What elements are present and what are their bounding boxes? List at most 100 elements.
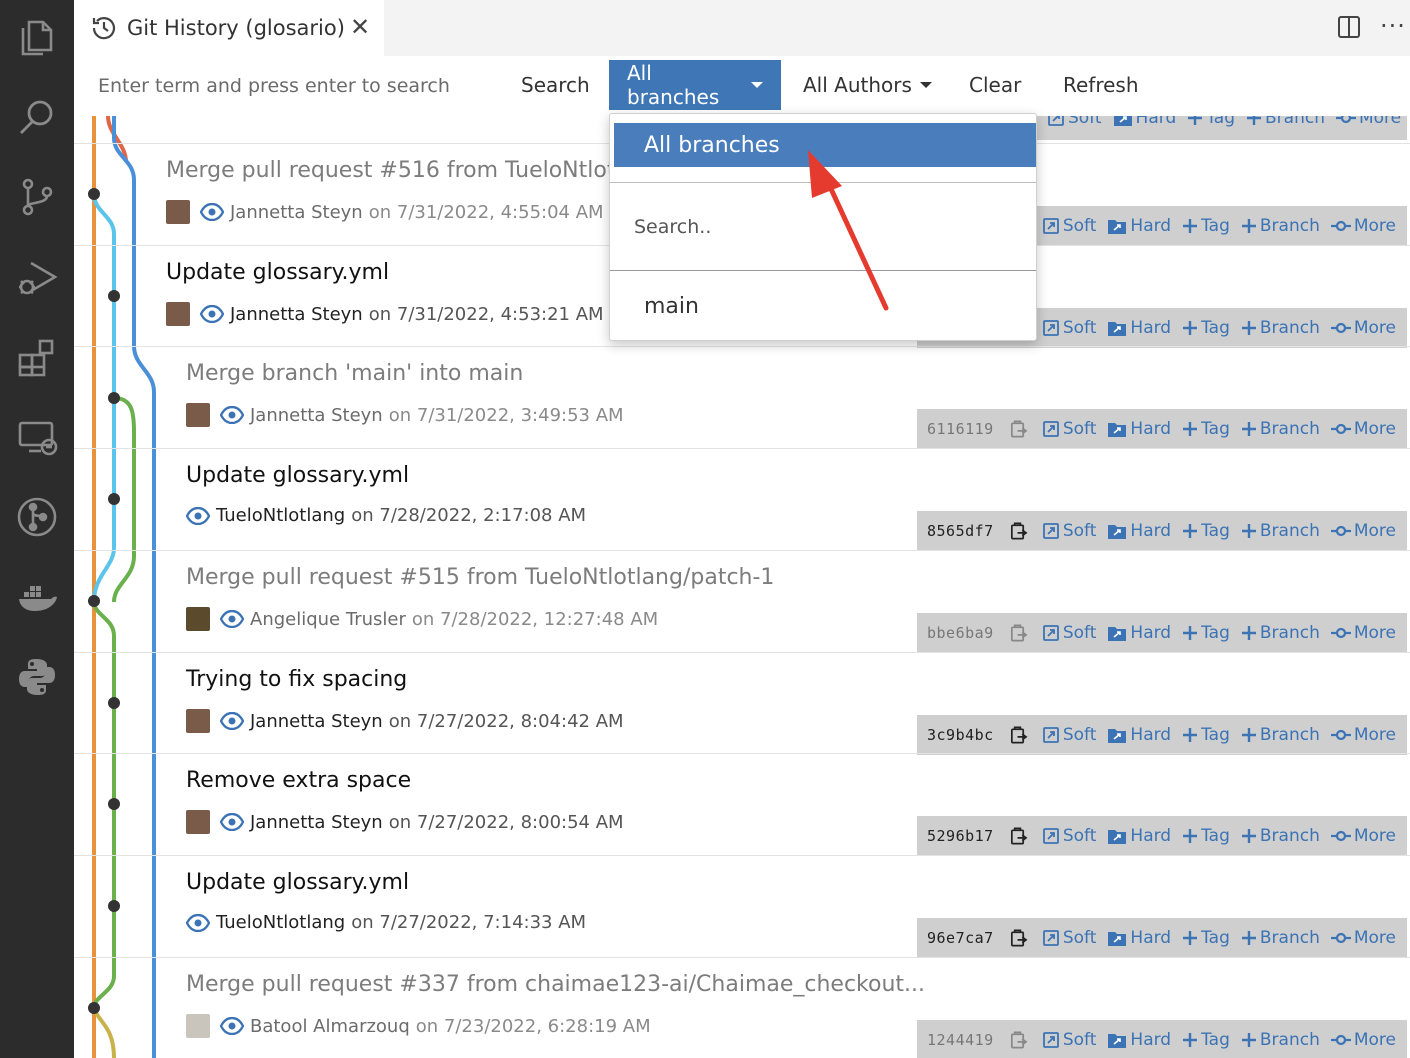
copy-hash-icon[interactable] bbox=[1009, 1030, 1028, 1050]
commit-author[interactable]: Angelique Trusler bbox=[250, 609, 406, 630]
python-icon[interactable] bbox=[10, 650, 64, 704]
commit-author[interactable]: Jannetta Steyn bbox=[250, 812, 383, 833]
commit-message[interactable]: Remove extra space bbox=[186, 768, 411, 793]
more-button[interactable]: More bbox=[1330, 1030, 1396, 1050]
eye-icon[interactable] bbox=[220, 1017, 244, 1035]
commit-message[interactable]: Update glossary.yml bbox=[186, 463, 409, 488]
copy-hash-icon[interactable] bbox=[1009, 928, 1028, 948]
hard-reset-button[interactable]: Hard bbox=[1107, 318, 1171, 338]
split-editor-icon[interactable] bbox=[1336, 14, 1362, 44]
hard-reset-button[interactable]: Hard bbox=[1107, 725, 1171, 745]
eye-icon[interactable] bbox=[200, 203, 224, 221]
commit-message[interactable]: Merge pull request #337 from chaimae123-… bbox=[186, 972, 925, 997]
docker-icon[interactable] bbox=[10, 570, 64, 624]
add-tag-button[interactable]: Tag bbox=[1182, 216, 1230, 236]
add-branch-button[interactable]: Branch bbox=[1241, 826, 1320, 846]
commit-hash[interactable]: 5296b17 bbox=[927, 827, 1003, 845]
commit-message[interactable]: Merge pull request #515 from TueloNtlotl… bbox=[186, 565, 774, 590]
branch-option-all[interactable]: All branches bbox=[614, 123, 1036, 167]
commit-row[interactable]: Remove extra space Jannetta Steyn on 7/27/… bbox=[74, 753, 1410, 856]
commit-author[interactable]: Jannetta Steyn bbox=[230, 202, 363, 223]
add-branch-button[interactable]: Branch bbox=[1246, 116, 1325, 128]
add-tag-button[interactable]: Tag bbox=[1182, 928, 1230, 948]
search-input[interactable] bbox=[96, 68, 490, 104]
hard-reset-button[interactable]: Hard bbox=[1107, 826, 1171, 846]
extensions-icon[interactable] bbox=[10, 330, 64, 384]
copy-hash-icon[interactable] bbox=[1009, 725, 1028, 745]
close-icon[interactable]: ✕ bbox=[350, 14, 370, 40]
commit-row[interactable]: Update glossary.yml TueloNtlotlang on 7/28… bbox=[74, 448, 1410, 551]
eye-icon[interactable] bbox=[200, 305, 224, 323]
add-branch-button[interactable]: Branch bbox=[1241, 1030, 1320, 1050]
add-tag-button[interactable]: Tag bbox=[1182, 419, 1230, 439]
add-tag-button[interactable]: Tag bbox=[1187, 116, 1235, 128]
more-button[interactable]: More bbox=[1330, 725, 1396, 745]
soft-reset-button[interactable]: Soft bbox=[1042, 826, 1096, 846]
commit-row[interactable]: Merge pull request #515 from TueloNtlotl… bbox=[74, 550, 1410, 653]
copy-hash-icon[interactable] bbox=[1009, 826, 1028, 846]
add-branch-button[interactable]: Branch bbox=[1241, 623, 1320, 643]
commit-author[interactable]: Jannetta Steyn bbox=[250, 711, 383, 732]
commit-message[interactable]: Update glossary.yml bbox=[186, 870, 409, 895]
more-button[interactable]: More bbox=[1330, 623, 1396, 643]
commit-row[interactable]: Merge pull request #337 from chaimae123-… bbox=[74, 957, 1410, 1058]
explorer-icon[interactable] bbox=[10, 11, 64, 65]
more-button[interactable]: More bbox=[1330, 216, 1396, 236]
hard-reset-button[interactable]: Hard bbox=[1107, 1030, 1171, 1050]
add-tag-button[interactable]: Tag bbox=[1182, 725, 1230, 745]
more-button[interactable]: More bbox=[1330, 521, 1396, 541]
hard-reset-button[interactable]: Hard bbox=[1113, 116, 1176, 128]
hard-reset-button[interactable]: Hard bbox=[1107, 928, 1171, 948]
hard-reset-button[interactable]: Hard bbox=[1107, 623, 1171, 643]
authors-dropdown-button[interactable]: All Authors bbox=[803, 60, 932, 110]
commit-message[interactable]: Merge pull request #516 from TueloNtlotl… bbox=[166, 158, 610, 183]
commit-hash[interactable]: 1244419 bbox=[927, 1031, 1003, 1049]
commit-hash[interactable]: 8565df7 bbox=[927, 522, 1003, 540]
commit-author[interactable]: Jannetta Steyn bbox=[250, 405, 383, 426]
branch-search-input[interactable] bbox=[632, 212, 1016, 242]
more-button[interactable]: More bbox=[1330, 419, 1396, 439]
commit-message[interactable]: Merge branch 'main' into main bbox=[186, 361, 523, 386]
commit-row[interactable]: Merge branch 'main' into main Jannetta St… bbox=[74, 346, 1410, 449]
add-tag-button[interactable]: Tag bbox=[1182, 623, 1230, 643]
tab-git-history[interactable]: Git History (glosario) ✕ bbox=[74, 0, 384, 56]
more-button[interactable]: More bbox=[1330, 826, 1396, 846]
add-branch-button[interactable]: Branch bbox=[1241, 419, 1320, 439]
commit-message[interactable]: Update glossary.yml bbox=[166, 260, 389, 285]
branch-option-main[interactable]: main bbox=[644, 294, 699, 319]
add-branch-button[interactable]: Branch bbox=[1241, 318, 1320, 338]
hard-reset-button[interactable]: Hard bbox=[1107, 216, 1171, 236]
hard-reset-button[interactable]: Hard bbox=[1107, 419, 1171, 439]
hard-reset-button[interactable]: Hard bbox=[1107, 521, 1171, 541]
soft-reset-button[interactable]: Soft bbox=[1042, 623, 1096, 643]
source-control-icon[interactable] bbox=[10, 170, 64, 224]
add-tag-button[interactable]: Tag bbox=[1182, 826, 1230, 846]
eye-icon[interactable] bbox=[220, 406, 244, 424]
clear-button[interactable]: Clear bbox=[969, 60, 1021, 110]
search-button[interactable]: Search bbox=[521, 60, 590, 110]
commit-author[interactable]: TueloNtlotlang bbox=[216, 912, 345, 933]
soft-reset-button[interactable]: Soft bbox=[1042, 216, 1096, 236]
soft-reset-button[interactable]: Soft bbox=[1042, 928, 1096, 948]
commit-message[interactable]: Trying to fix spacing bbox=[186, 667, 407, 692]
run-debug-icon[interactable] bbox=[10, 250, 64, 304]
soft-reset-button[interactable]: Soft bbox=[1042, 318, 1096, 338]
branches-dropdown-button[interactable]: All branches bbox=[609, 60, 781, 110]
add-tag-button[interactable]: Tag bbox=[1182, 318, 1230, 338]
commit-author[interactable]: Jannetta Steyn bbox=[230, 304, 363, 325]
remote-explorer-icon[interactable] bbox=[10, 410, 64, 464]
more-button[interactable]: More bbox=[1335, 116, 1401, 128]
commit-author[interactable]: TueloNtlotlang bbox=[216, 505, 345, 526]
commit-hash[interactable]: 96e7ca7 bbox=[927, 929, 1003, 947]
soft-reset-button[interactable]: Soft bbox=[1042, 521, 1096, 541]
copy-hash-icon[interactable] bbox=[1009, 623, 1028, 643]
soft-reset-button[interactable]: Soft bbox=[1042, 1030, 1096, 1050]
more-button[interactable]: More bbox=[1330, 928, 1396, 948]
commit-hash[interactable]: bbe6ba9 bbox=[927, 624, 1003, 642]
add-branch-button[interactable]: Branch bbox=[1241, 928, 1320, 948]
commit-author[interactable]: Batool Almarzouq bbox=[250, 1016, 410, 1037]
soft-reset-button[interactable]: Soft bbox=[1042, 419, 1096, 439]
soft-reset-button[interactable]: Soft bbox=[1047, 116, 1102, 128]
add-tag-button[interactable]: Tag bbox=[1182, 1030, 1230, 1050]
eye-icon[interactable] bbox=[186, 913, 210, 932]
